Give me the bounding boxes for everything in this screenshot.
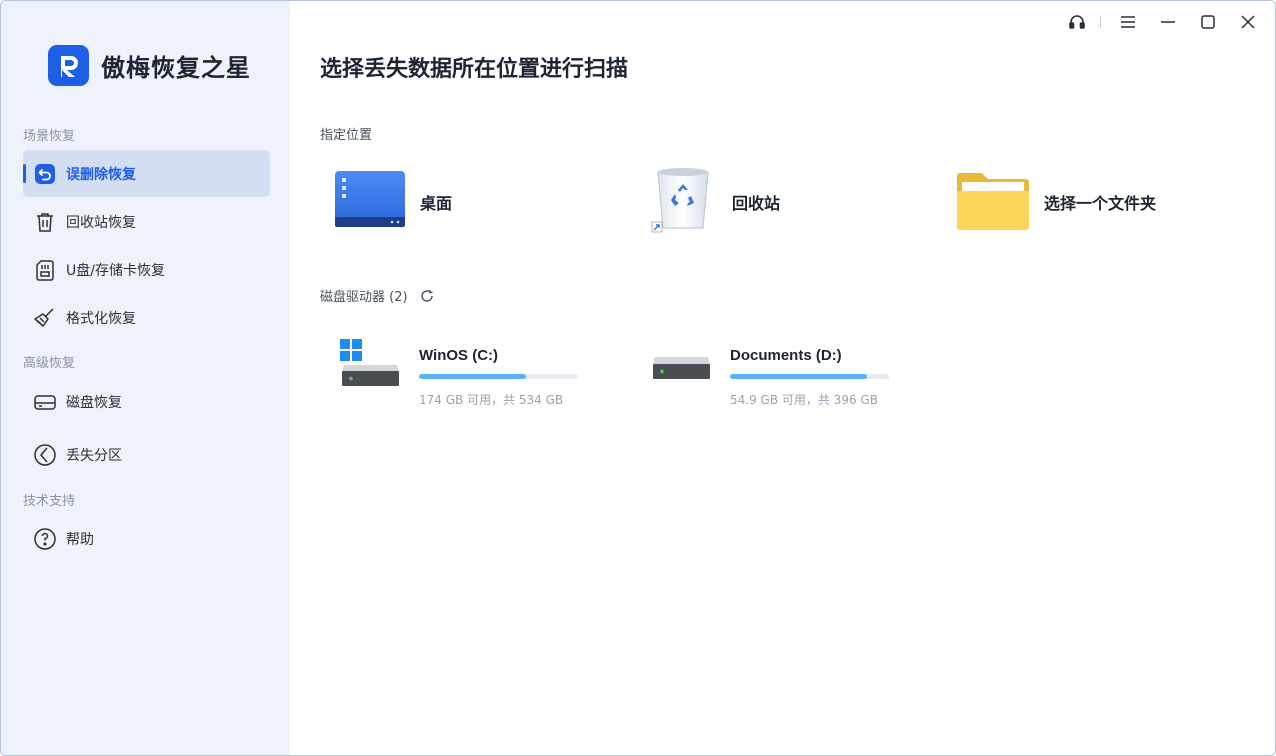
sidebar: 傲梅恢复之星 场景恢复 误删除恢复 回收站恢复 U盘/存储卡恢复 格式化恢复 高… <box>1 1 290 755</box>
desktop-icon <box>334 167 406 237</box>
trash-icon <box>33 210 57 234</box>
drive-name: WinOS (C:) <box>419 347 499 364</box>
sidebar-item-label: 格式化恢复 <box>66 310 136 327</box>
drive-usage-bar <box>419 374 578 379</box>
sidebar-item-disk-recovery[interactable]: 磁盘恢复 <box>23 378 270 425</box>
sidebar-item-label: 回收站恢复 <box>66 214 136 231</box>
section-label-advanced: 高级恢复 <box>23 356 76 371</box>
sidebar-item-label: 帮助 <box>66 531 94 548</box>
sd-card-icon <box>33 258 57 282</box>
app-logo-icon <box>48 45 89 86</box>
recycle-bin-icon <box>650 166 718 238</box>
hard-drive-icon <box>651 339 713 389</box>
location-desktop[interactable]: 桌面 <box>334 167 452 237</box>
refresh-icon[interactable] <box>420 289 434 307</box>
drive-usage-fill <box>419 374 527 379</box>
brand: 傲梅恢复之星 <box>48 45 251 86</box>
locations-heading: 指定位置 <box>320 128 373 143</box>
broom-icon <box>33 306 57 330</box>
sidebar-item-lost-partition[interactable]: 丢失分区 <box>23 431 270 478</box>
drive-usage-fill <box>730 374 867 379</box>
location-choose-folder[interactable]: 选择一个文件夹 <box>956 167 1156 237</box>
location-label: 桌面 <box>420 194 453 213</box>
drive-capacity: 174 GB 可用，共 534 GB <box>419 393 564 407</box>
sidebar-item-label: 误删除恢复 <box>66 166 136 183</box>
drive-name: Documents (D:) <box>730 347 842 364</box>
page-title: 选择丢失数据所在位置进行扫描 <box>320 57 629 82</box>
sidebar-item-usb-recovery[interactable]: U盘/存储卡恢复 <box>23 246 270 293</box>
sidebar-item-label: 丢失分区 <box>66 447 122 464</box>
drives-heading-label: 磁盘驱动器 (2) <box>320 290 408 305</box>
drive-capacity: 54.9 GB 可用，共 396 GB <box>730 393 878 407</box>
drive-usage-bar <box>730 374 889 379</box>
sidebar-item-help[interactable]: 帮助 <box>23 515 270 562</box>
hard-disk-icon <box>33 390 57 414</box>
location-recycle-bin[interactable]: 回收站 <box>650 167 780 237</box>
location-label: 回收站 <box>732 194 781 213</box>
system-drive-icon <box>340 339 402 389</box>
location-label: 选择一个文件夹 <box>1044 194 1157 213</box>
partition-icon <box>33 443 57 467</box>
sidebar-item-recycle-recovery[interactable]: 回收站恢复 <box>23 198 270 245</box>
section-label-support: 技术支持 <box>23 494 76 509</box>
sidebar-item-format-recovery[interactable]: 格式化恢复 <box>23 294 270 341</box>
sidebar-item-label: U盘/存储卡恢复 <box>66 262 165 279</box>
main-content: 选择丢失数据所在位置进行扫描 指定位置 桌面 回收站 选择一个文件夹 磁盘驱动器… <box>290 1 1275 755</box>
sidebar-item-deleted-recovery[interactable]: 误删除恢复 <box>23 150 270 197</box>
app-name: 傲梅恢复之星 <box>101 54 251 82</box>
drive-d[interactable]: Documents (D:) 54.9 GB 可用，共 396 GB <box>651 339 911 419</box>
drive-c[interactable]: WinOS (C:) 174 GB 可用，共 534 GB <box>340 339 600 419</box>
undo-icon <box>33 162 57 186</box>
help-icon <box>33 527 57 551</box>
folder-icon <box>956 167 1030 237</box>
section-label-scenario: 场景恢复 <box>23 129 76 144</box>
sidebar-item-label: 磁盘恢复 <box>66 394 122 411</box>
app-window: 傲梅恢复之星 场景恢复 误删除恢复 回收站恢复 U盘/存储卡恢复 格式化恢复 高… <box>0 0 1276 756</box>
drives-heading: 磁盘驱动器 (2) <box>320 286 434 307</box>
